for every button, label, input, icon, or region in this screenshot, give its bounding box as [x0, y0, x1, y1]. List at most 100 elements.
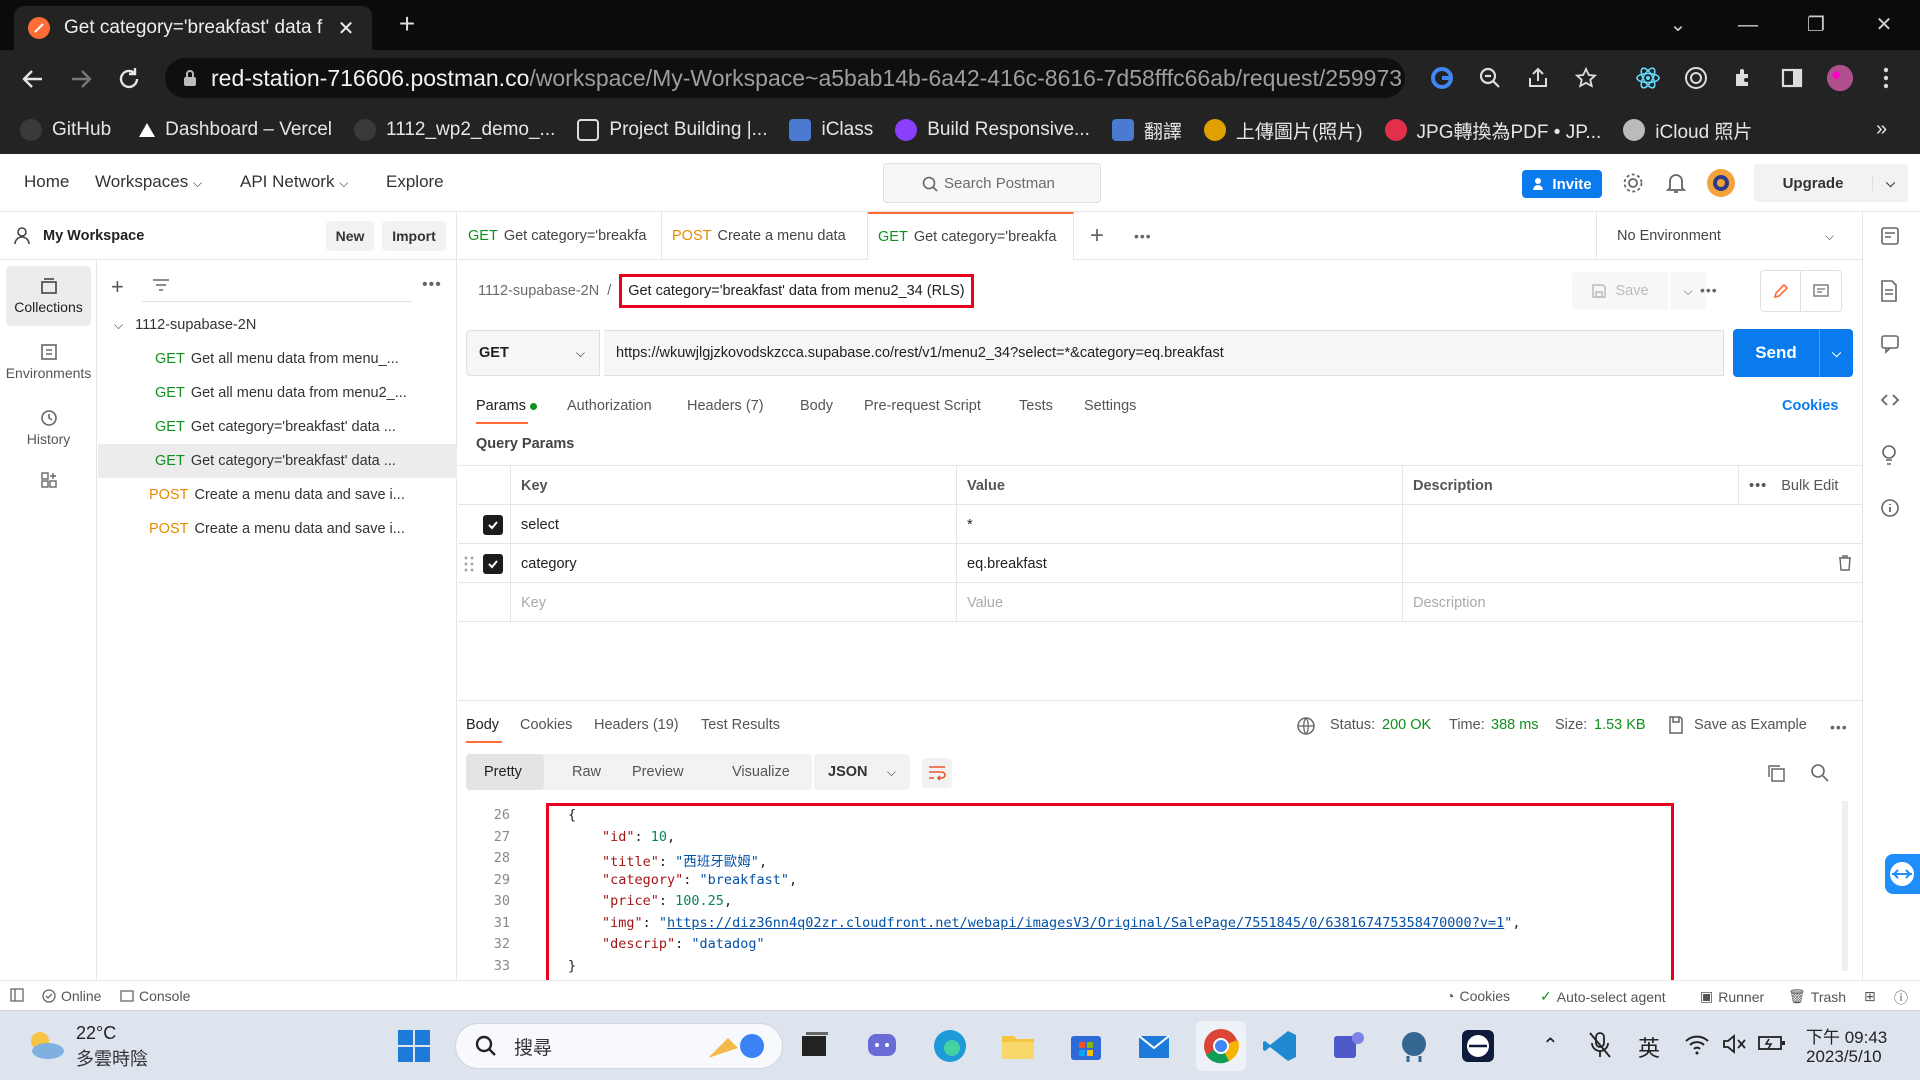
request-title[interactable]: Get category='breakfast' data from menu2… [619, 274, 974, 308]
view-pretty[interactable]: Pretty [484, 764, 522, 780]
method-select[interactable]: GET ⌵ [466, 330, 600, 376]
react-devtools-icon[interactable] [1634, 64, 1662, 92]
tab-tests[interactable]: Tests [1019, 398, 1053, 414]
upgrade-button[interactable]: Upgrade ⌵ [1754, 164, 1908, 202]
bookmark-wp2-demo[interactable]: 1112_wp2_demo_... [354, 119, 555, 141]
console-button[interactable]: Console [120, 988, 190, 1004]
drag-handle-icon[interactable] [464, 556, 474, 572]
battery-icon[interactable] [1758, 1033, 1786, 1053]
param-description[interactable] [1402, 544, 1862, 583]
tab-options-icon[interactable]: ••• [1134, 228, 1152, 244]
teamviewer-taskbar-icon[interactable] [1460, 1028, 1496, 1064]
add-collection-icon[interactable]: + [111, 274, 124, 300]
value-placeholder[interactable]: Value [956, 583, 1402, 622]
microphone-muted-icon[interactable] [1588, 1031, 1612, 1059]
cookies-link[interactable]: Cookies [1782, 398, 1838, 414]
param-key[interactable]: category [510, 544, 956, 583]
forward-icon[interactable] [66, 64, 96, 94]
url-input[interactable]: https://wkuwjlgjzkovodskzcca.supabase.co… [604, 330, 1724, 376]
postgres-icon[interactable] [1396, 1028, 1432, 1064]
save-as-example-button[interactable]: Save as Example [1694, 717, 1807, 733]
rail-environments[interactable]: Environments [6, 332, 91, 392]
comment-view-icon[interactable] [1801, 271, 1841, 311]
comments-icon[interactable] [1880, 334, 1904, 358]
bookmark-github[interactable]: GitHub [20, 119, 111, 141]
breadcrumb-collection[interactable]: 1112-supabase-2N [478, 283, 599, 299]
browser-tab[interactable]: Get category='breakfast' data f ✕ [14, 6, 372, 50]
view-raw[interactable]: Raw [572, 764, 601, 780]
request-item[interactable]: POST Create a menu data and save i... [98, 478, 457, 512]
tab-params[interactable]: Params [476, 398, 537, 414]
help-icon[interactable]: ⓘ [1894, 988, 1908, 1008]
google-icon[interactable] [1428, 64, 1456, 92]
trash-icon[interactable] [1838, 555, 1852, 571]
tab-pre-request-script[interactable]: Pre-request Script [864, 398, 981, 414]
param-value[interactable]: * [956, 505, 1402, 544]
workspace-name[interactable]: My Workspace [43, 228, 144, 244]
bookmark-star-icon[interactable] [1572, 64, 1600, 92]
microsoft-store-icon[interactable] [1068, 1028, 1104, 1064]
cookies-status[interactable]: ◔ Cookies [1446, 988, 1510, 1004]
request-tab[interactable]: POST Create a menu data [662, 212, 868, 260]
code-scrollbar[interactable] [1842, 801, 1848, 971]
close-window-icon[interactable]: ✕ [1864, 10, 1904, 40]
back-icon[interactable] [18, 64, 48, 94]
request-item-selected[interactable]: GET Get category='breakfast' data ... [98, 444, 457, 478]
key-placeholder[interactable]: Key [510, 583, 956, 622]
user-avatar[interactable] [1706, 168, 1736, 198]
code-icon[interactable] [1880, 390, 1904, 414]
nav-api-network[interactable]: API Network ⌵ [240, 172, 348, 192]
close-tab-icon[interactable]: ✕ [334, 16, 358, 41]
task-view-icon[interactable] [796, 1028, 832, 1064]
address-bar[interactable]: red-station-716606.postman.co/workspace/… [165, 58, 1405, 98]
tab-authorization[interactable]: Authorization [567, 398, 652, 414]
add-tab-icon[interactable]: + [1090, 222, 1104, 250]
view-visualize[interactable]: Visualize [732, 764, 790, 780]
response-tab-headers[interactable]: Headers (19) [594, 717, 679, 733]
teams-icon[interactable] [1330, 1028, 1366, 1064]
request-tab-active[interactable]: GET Get category='breakfa [868, 212, 1074, 260]
copy-icon[interactable] [1766, 763, 1786, 783]
response-tab-cookies[interactable]: Cookies [520, 717, 572, 733]
save-button[interactable]: Save [1572, 272, 1668, 310]
rail-history[interactable]: History [6, 398, 91, 458]
info-icon[interactable] [1880, 498, 1904, 522]
restore-icon[interactable]: ❐ [1796, 10, 1836, 40]
rail-configure[interactable] [6, 460, 91, 500]
edge-icon[interactable] [932, 1028, 968, 1064]
clock-time[interactable]: 下午 09:43 [1806, 1023, 1887, 1048]
param-checkbox[interactable] [483, 554, 503, 574]
chevron-down-icon[interactable]: ⌵ [1872, 175, 1908, 191]
nav-workspaces[interactable]: Workspaces ⌵ [95, 172, 202, 192]
documentation-icon[interactable] [1880, 280, 1904, 304]
teamviewer-icon[interactable] [1885, 854, 1920, 894]
show-hidden-icons-icon[interactable]: ⌃ [1542, 1033, 1559, 1058]
bookmark-upload-image[interactable]: 上傳圖片(照片) [1203, 117, 1363, 144]
bookmark-icloud[interactable]: iCloud 照片 [1623, 117, 1752, 144]
auto-select-agent[interactable]: ✓ Auto-select agent [1540, 988, 1666, 1005]
bookmark-build-responsive[interactable]: Build Responsive... [895, 119, 1090, 141]
tab-search-icon[interactable]: ⌄ [1658, 10, 1698, 40]
response-tab-body[interactable]: Body [466, 717, 499, 733]
nav-explore[interactable]: Explore [386, 172, 444, 192]
trash-button[interactable]: 🗑 Trash [1788, 988, 1846, 1005]
runner-button[interactable]: ▣ Runner [1700, 988, 1764, 1005]
speaker-muted-icon[interactable] [1722, 1033, 1748, 1055]
share-icon[interactable] [1524, 64, 1552, 92]
teams-chat-icon[interactable] [864, 1028, 900, 1064]
taskbar-search[interactable]: 搜尋 [455, 1023, 783, 1069]
request-tab[interactable]: GET Get category='breakfa [458, 212, 662, 260]
vscode-icon[interactable] [1262, 1028, 1298, 1064]
tab-body[interactable]: Body [800, 398, 833, 414]
bookmark-translate[interactable]: 翻譯 [1111, 117, 1182, 144]
tab-settings[interactable]: Settings [1084, 398, 1136, 414]
bulk-edit-link[interactable]: Bulk Edit [1781, 478, 1838, 494]
environment-quick-look-icon[interactable] [1880, 226, 1904, 250]
environment-selector[interactable]: No Environment ⌵ [1596, 212, 1860, 260]
online-status[interactable]: Online [42, 988, 101, 1004]
side-panel-icon[interactable] [1778, 64, 1806, 92]
request-options-icon[interactable]: ••• [1700, 282, 1718, 298]
wifi-icon[interactable] [1684, 1033, 1710, 1055]
import-button[interactable]: Import [382, 221, 446, 251]
edit-pencil-icon[interactable] [1761, 271, 1801, 311]
